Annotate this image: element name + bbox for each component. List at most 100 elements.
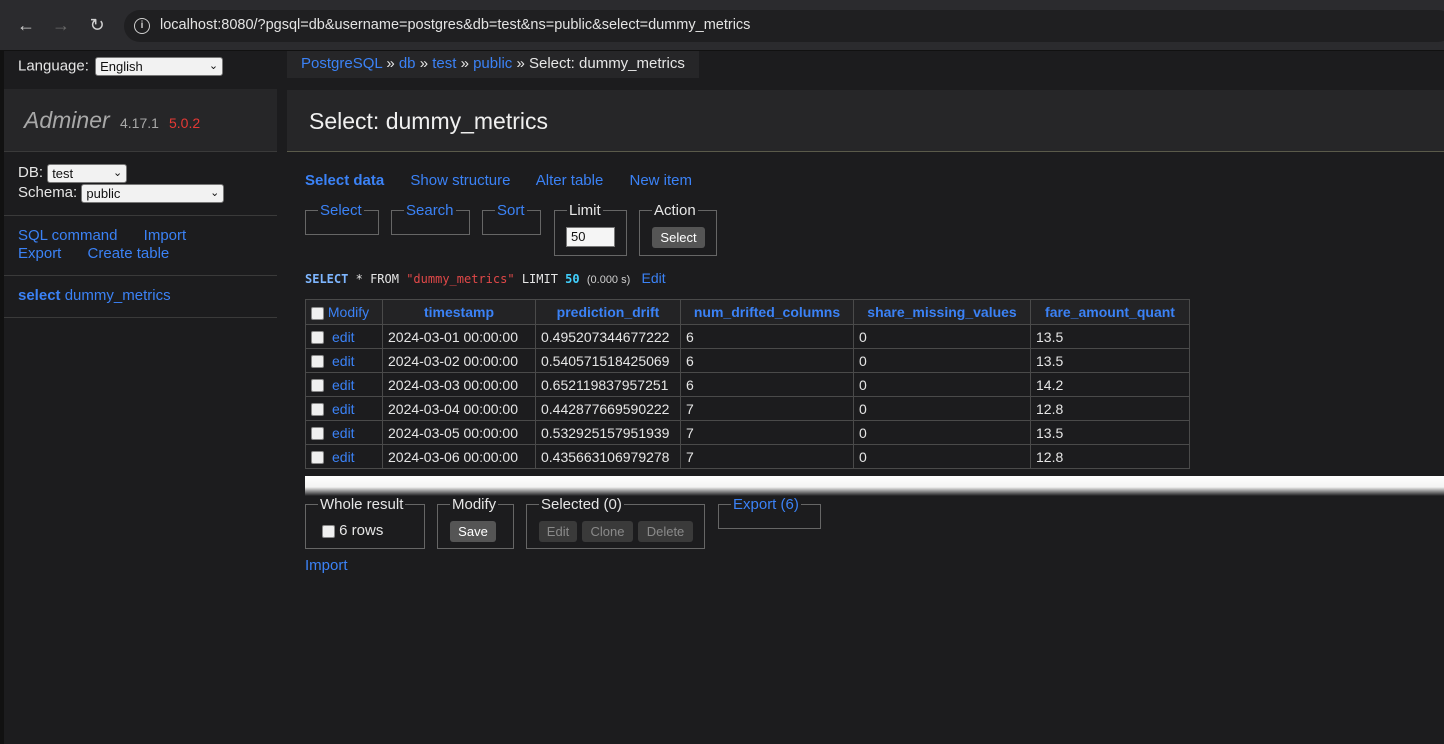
row-edit-link[interactable]: edit (332, 449, 355, 465)
url-text[interactable]: localhost:8080/?pgsql=db&username=postgr… (160, 17, 750, 33)
address-bar[interactable]: i localhost:8080/?pgsql=db&username=post… (124, 10, 1444, 42)
row-actions-cell: edit (305, 324, 383, 349)
row-actions-cell: edit (305, 420, 383, 445)
table-cell: 0.435663106979278 (535, 444, 681, 469)
table-cell: 0.442877669590222 (535, 396, 681, 421)
table-cell: 2024-03-04 00:00:00 (382, 396, 536, 421)
action-label: Action (654, 202, 696, 219)
tab-alter-table[interactable]: Alter table (536, 172, 604, 189)
breadcrumb-item-db[interactable]: db (399, 55, 416, 72)
table-header-row: Modify timestamp prediction_drift num_dr… (305, 299, 1190, 325)
search-link[interactable]: Search (406, 202, 454, 219)
tab-select-data[interactable]: Select data (305, 172, 384, 189)
breadcrumb-separator: » (460, 55, 469, 72)
forward-icon[interactable]: → (49, 13, 73, 37)
table-row: edit 2024-03-04 00:00:00 0.442877669590222… (305, 396, 1190, 421)
import-link[interactable]: Import (144, 227, 187, 244)
divider (4, 317, 277, 318)
tab-new-item[interactable]: New item (630, 172, 693, 189)
column-header-share-missing-values[interactable]: share_missing_values (853, 299, 1031, 325)
sidebar-links: SQL command Import Export Create table (18, 227, 208, 263)
new-version-link[interactable]: 5.0.2 (169, 115, 200, 131)
whole-result-option: 6 rows (322, 522, 383, 539)
row-edit-link[interactable]: edit (332, 401, 355, 417)
row-edit-link[interactable]: edit (332, 377, 355, 393)
whole-result-label: Whole result (320, 496, 404, 513)
chevron-down-icon: ⌄ (208, 60, 219, 72)
schema-label: Schema: (18, 184, 78, 201)
breadcrumb-current: Select: dummy_metrics (528, 55, 685, 72)
schema-select[interactable]: public ⌄ (81, 183, 225, 203)
export-link[interactable]: Export (18, 245, 61, 262)
table-cell: 0.540571518425069 (535, 348, 681, 373)
column-timestamp-link[interactable]: timestamp (424, 304, 494, 320)
limit-input[interactable]: 50 (566, 227, 615, 247)
browser-toolbar: ← → ↻ i localhost:8080/?pgsql=db&usernam… (0, 0, 1444, 51)
column-fare-amount-quant-link[interactable]: fare_amount_quant (1045, 304, 1175, 320)
table-cell: 0.532925157951939 (535, 420, 681, 445)
row-checkbox[interactable] (311, 355, 324, 369)
rows-count: 6 rows (339, 522, 384, 539)
sort-fieldset: Sort (482, 202, 541, 235)
table-cell: 6 (680, 324, 854, 349)
sql-query: SELECT * FROM "dummy_metrics" LIMIT 50 (… (305, 270, 666, 286)
delete-button[interactable]: Delete (638, 521, 693, 542)
column-prediction-drift-link[interactable]: prediction_drift (557, 304, 660, 320)
table-cell: 7 (680, 420, 854, 445)
save-button[interactable]: Save (450, 521, 496, 542)
language-select[interactable]: English ⌄ (95, 57, 224, 76)
row-checkbox[interactable] (311, 379, 324, 393)
table-row: edit 2024-03-02 00:00:00 0.540571518425069… (305, 348, 1190, 373)
schema-value: public (86, 185, 121, 201)
select-columns-link[interactable]: Select (320, 202, 362, 219)
sql-command-link[interactable]: SQL command (18, 227, 118, 244)
breadcrumb-item-postgresql[interactable]: PostgreSQL (301, 55, 382, 72)
table-name-link[interactable]: dummy_metrics (65, 287, 171, 304)
sql-keyword: LIMIT (521, 272, 558, 286)
row-checkbox[interactable] (311, 427, 324, 441)
column-share-missing-values-link[interactable]: share_missing_values (867, 304, 1016, 320)
column-header-fare-amount-quant[interactable]: fare_amount_quant (1030, 299, 1190, 325)
modify-label: Modify (452, 496, 497, 513)
row-checkbox[interactable] (311, 331, 324, 345)
all-rows-checkbox[interactable] (322, 524, 335, 538)
select-fieldset: Select (305, 202, 379, 235)
select-button[interactable]: Select (652, 227, 705, 248)
breadcrumb-separator: » (516, 55, 525, 72)
modify-link[interactable]: Modify (328, 304, 369, 320)
column-num-drifted-columns-link[interactable]: num_drifted_columns (694, 304, 840, 320)
export-fieldset: Export (6) (718, 496, 821, 529)
table-select-link[interactable]: select (18, 287, 61, 304)
reload-icon[interactable]: ↻ (85, 13, 109, 37)
create-table-link[interactable]: Create table (88, 245, 170, 262)
column-header-num-drifted-columns[interactable]: num_drifted_columns (680, 299, 854, 325)
logo-name[interactable]: Adminer (24, 107, 110, 134)
export-results-link[interactable]: Export (6) (733, 496, 799, 513)
breadcrumb-item-public[interactable]: public (473, 55, 512, 72)
back-icon[interactable]: ← (14, 13, 38, 37)
edit-query-link[interactable]: Edit (642, 270, 666, 286)
row-checkbox[interactable] (311, 451, 324, 465)
horizontal-scrollbar[interactable] (305, 476, 1444, 496)
edit-selected-button[interactable]: Edit (539, 521, 577, 542)
column-header-timestamp[interactable]: timestamp (382, 299, 536, 325)
breadcrumb: PostgreSQL » db » test » public » Select… (287, 51, 699, 78)
breadcrumb-item-test[interactable]: test (432, 55, 456, 72)
select-all-checkbox[interactable] (311, 306, 324, 320)
sort-link[interactable]: Sort (497, 202, 525, 219)
row-edit-link[interactable]: edit (332, 425, 355, 441)
table-cell: 7 (680, 444, 854, 469)
row-checkbox[interactable] (311, 403, 324, 417)
tab-show-structure[interactable]: Show structure (410, 172, 510, 189)
info-icon[interactable]: i (134, 18, 150, 34)
row-edit-link[interactable]: edit (332, 329, 355, 345)
column-header-prediction-drift[interactable]: prediction_drift (535, 299, 681, 325)
clone-button[interactable]: Clone (582, 521, 633, 542)
table-row: edit 2024-03-06 00:00:00 0.435663106979278… (305, 444, 1190, 469)
import-results-link[interactable]: Import (305, 557, 348, 574)
table-row: edit 2024-03-03 00:00:00 0.652119837957251… (305, 372, 1190, 397)
db-select[interactable]: test ⌄ (47, 163, 128, 183)
language-row: Language: English ⌄ (18, 57, 224, 76)
row-edit-link[interactable]: edit (332, 353, 355, 369)
table-cell: 14.2 (1030, 372, 1190, 397)
